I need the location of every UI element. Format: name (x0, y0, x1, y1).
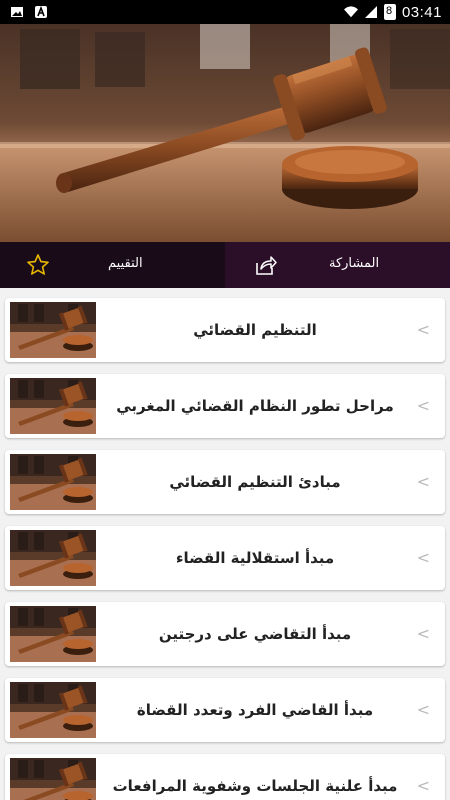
header-gavel-image (0, 24, 450, 242)
gavel-thumbnail (10, 682, 96, 738)
list-item-title: مبدأ القاضي الفرد وتعدد القضاة (136, 701, 374, 719)
chevron-left-icon: < (416, 548, 430, 567)
gavel-thumbnail (10, 530, 96, 586)
list-item[interactable]: التنظيم القضائي < (5, 298, 445, 362)
list-item-title: التنظيم القضائي (193, 321, 317, 339)
chevron-left-icon: < (416, 776, 430, 795)
gavel-thumbnail (10, 378, 96, 434)
list-item-title: مبدأ التقاضي على درجتين (158, 625, 352, 643)
chevron-left-icon: < (416, 624, 430, 643)
signal-icon (364, 6, 377, 18)
rate-label: التقييم (108, 256, 143, 271)
list-item-title: مبدأ علنية الجلسات وشفوية المرافعات (112, 777, 398, 795)
gavel-thumbnail (10, 758, 96, 800)
gallery-notification-icon (11, 7, 23, 17)
chevron-left-icon: < (416, 396, 430, 415)
list-item[interactable]: مبدأ التقاضي على درجتين < (5, 602, 445, 666)
gavel-thumbnail (10, 302, 96, 358)
battery-icon: 8 (383, 4, 396, 20)
gavel-thumbnail (10, 454, 96, 510)
share-label: المشاركة (329, 256, 380, 271)
battery-level: 8 (385, 5, 393, 17)
list-item[interactable]: مبدأ علنية الجلسات وشفوية المرافعات < (5, 754, 445, 800)
share-icon (256, 256, 277, 275)
list-item-title: مراحل تطور النظام القضائي المغربي (116, 397, 394, 415)
rate-button[interactable]: التقييم (0, 242, 225, 288)
wifi-icon (343, 6, 358, 18)
list-item[interactable]: مبدأ القاضي الفرد وتعدد القضاة < (5, 678, 445, 742)
list-item[interactable]: مبادئ التنظيم القضائي < (5, 450, 445, 514)
topics-list: التنظيم القضائي < مراحل تطور النظام القض… (0, 288, 450, 800)
chevron-left-icon: < (416, 320, 430, 339)
list-item[interactable]: مراحل تطور النظام القضائي المغربي < (5, 374, 445, 438)
chevron-left-icon: < (416, 700, 430, 719)
star-icon (27, 254, 49, 275)
list-item-title: مبدأ استقلالية القضاء (175, 549, 335, 567)
list-item[interactable]: مبدأ استقلالية القضاء < (5, 526, 445, 590)
gavel-thumbnail (10, 606, 96, 662)
app-notification-icon (35, 5, 47, 18)
chevron-left-icon: < (416, 472, 430, 491)
clock: 03:41 (401, 3, 442, 21)
status-bar: 8 03:41 (0, 0, 450, 24)
share-button[interactable]: المشاركة (225, 242, 450, 288)
action-bar: التقييم المشاركة (0, 242, 450, 288)
list-item-title: مبادئ التنظيم القضائي (169, 473, 341, 491)
